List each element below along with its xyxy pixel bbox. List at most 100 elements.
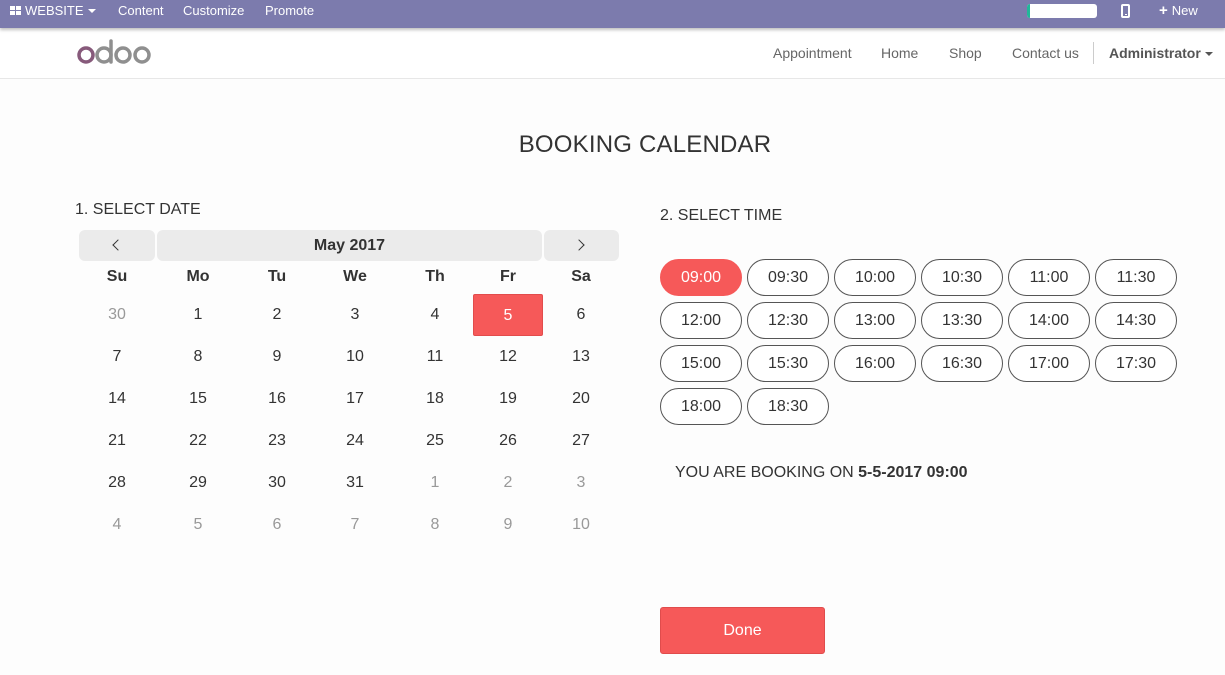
time-slot-selected[interactable]: 09:00 (660, 259, 742, 296)
calendar-day[interactable]: 2 (242, 294, 312, 336)
calendar-day[interactable]: 4 (82, 504, 152, 546)
time-slot[interactable]: 11:30 (1095, 259, 1177, 296)
time-slot[interactable]: 18:30 (747, 388, 829, 425)
time-slot[interactable]: 15:00 (660, 345, 742, 382)
calendar-day[interactable]: 23 (242, 420, 312, 462)
time-slot[interactable]: 11:00 (1008, 259, 1090, 296)
select-date-label: 1. SELECT DATE (75, 201, 201, 218)
calendar-day[interactable]: 5 (163, 504, 233, 546)
calendar-day[interactable]: 4 (400, 294, 470, 336)
time-slot[interactable]: 10:30 (921, 259, 1003, 296)
time-slot[interactable]: 17:30 (1095, 345, 1177, 382)
calendar-day[interactable]: 8 (163, 336, 233, 378)
calendar-day[interactable]: 20 (546, 378, 616, 420)
calendar-day[interactable]: 7 (320, 504, 390, 546)
progress-fill (1027, 4, 1030, 18)
select-time-label: 2. SELECT TIME (660, 207, 783, 224)
weekday-header: Fr (500, 268, 516, 285)
calendar-day[interactable]: 7 (82, 336, 152, 378)
calendar-day[interactable]: 2 (473, 462, 543, 504)
time-slot[interactable]: 15:30 (747, 345, 829, 382)
calendar-day[interactable]: 28 (82, 462, 152, 504)
calendar-day[interactable]: 12 (473, 336, 543, 378)
weekday-header: Su (106, 268, 128, 285)
calendar-day[interactable]: 9 (242, 336, 312, 378)
time-slot[interactable]: 17:00 (1008, 345, 1090, 382)
time-slot[interactable]: 09:30 (747, 259, 829, 296)
apps-grid-icon (10, 6, 22, 16)
website-menu-button[interactable]: WEBSITE (10, 0, 96, 22)
user-name: Administrator (1109, 45, 1201, 61)
weekday-header: We (343, 268, 367, 285)
calendar-day[interactable]: 14 (82, 378, 152, 420)
calendar-day[interactable]: 27 (546, 420, 616, 462)
calendar-day[interactable]: 17 (320, 378, 390, 420)
calendar-day[interactable]: 29 (163, 462, 233, 504)
calendar-day[interactable]: 30 (242, 462, 312, 504)
calendar-day[interactable]: 16 (242, 378, 312, 420)
calendar-day[interactable]: 31 (320, 462, 390, 504)
time-slot[interactable]: 13:00 (834, 302, 916, 339)
content-menu[interactable]: Content (118, 0, 164, 22)
booking-summary: YOU ARE BOOKING ON 5-5-2017 09:00 (675, 464, 968, 482)
time-slot[interactable]: 12:00 (660, 302, 742, 339)
calendar-day[interactable]: 24 (320, 420, 390, 462)
time-slot[interactable]: 16:00 (834, 345, 916, 382)
nav-appointment[interactable]: Appointment (773, 45, 852, 61)
website-menu-label: WEBSITE (25, 3, 84, 18)
calendar-day[interactable]: 18 (400, 378, 470, 420)
calendar-day[interactable]: 1 (400, 462, 470, 504)
nav-contact-us[interactable]: Contact us (1012, 45, 1079, 61)
calendar-day[interactable]: 9 (473, 504, 543, 546)
time-slot[interactable]: 12:30 (747, 302, 829, 339)
promote-menu[interactable]: Promote (265, 0, 314, 22)
calendar-day[interactable]: 13 (546, 336, 616, 378)
calendar-day[interactable]: 26 (473, 420, 543, 462)
nav-shop[interactable]: Shop (949, 45, 982, 61)
next-month-button[interactable] (544, 230, 619, 261)
month-switch[interactable]: May 2017 (157, 230, 542, 261)
plus-icon: + (1159, 2, 1168, 19)
calendar-day[interactable]: 25 (400, 420, 470, 462)
site-header: Appointment Home Shop Contact us Adminis… (0, 28, 1225, 79)
calendar-day[interactable]: 3 (320, 294, 390, 336)
weekday-header: Mo (186, 268, 210, 285)
calendar-day[interactable]: 15 (163, 378, 233, 420)
calendar-day[interactable]: 10 (320, 336, 390, 378)
weekday-header: Sa (571, 268, 591, 285)
time-slot[interactable]: 13:30 (921, 302, 1003, 339)
time-slot[interactable]: 10:00 (834, 259, 916, 296)
calendar-day[interactable]: 6 (242, 504, 312, 546)
calendar-day[interactable]: 22 (163, 420, 233, 462)
weekday-header: Th (425, 268, 445, 285)
done-button[interactable]: Done (660, 607, 825, 654)
calendar-day[interactable]: 10 (546, 504, 616, 546)
time-slot[interactable]: 16:30 (921, 345, 1003, 382)
new-button-label: New (1171, 3, 1198, 18)
calendar-day[interactable]: 1 (163, 294, 233, 336)
calendar-day[interactable]: 30 (82, 294, 152, 336)
prev-month-button[interactable] (79, 230, 155, 261)
calendar-day-selected[interactable]: 5 (473, 294, 543, 336)
booking-prefix: YOU ARE BOOKING ON (675, 464, 859, 481)
calendar-day[interactable]: 19 (473, 378, 543, 420)
calendar-day[interactable]: 21 (82, 420, 152, 462)
calendar-day[interactable]: 8 (400, 504, 470, 546)
calendar-day[interactable]: 11 (400, 336, 470, 378)
chevron-left-icon (112, 239, 124, 251)
user-menu[interactable]: Administrator (1109, 45, 1213, 61)
time-slot[interactable]: 18:00 (660, 388, 742, 425)
calendar-day[interactable]: 3 (546, 462, 616, 504)
calendar-day[interactable]: 6 (546, 294, 616, 336)
time-slot[interactable]: 14:30 (1095, 302, 1177, 339)
odoo-logo[interactable] (77, 38, 155, 66)
customize-menu[interactable]: Customize (183, 0, 244, 22)
new-button[interactable]: + New (1159, 0, 1198, 22)
nav-home[interactable]: Home (881, 45, 918, 61)
weekday-header: Tu (267, 268, 287, 285)
mobile-preview-icon[interactable] (1121, 4, 1130, 18)
page-title: BOOKING CALENDAR (518, 131, 772, 158)
publish-progress-bar[interactable] (1027, 4, 1097, 18)
time-slot[interactable]: 14:00 (1008, 302, 1090, 339)
booking-datetime: 5-5-2017 09:00 (858, 464, 968, 481)
